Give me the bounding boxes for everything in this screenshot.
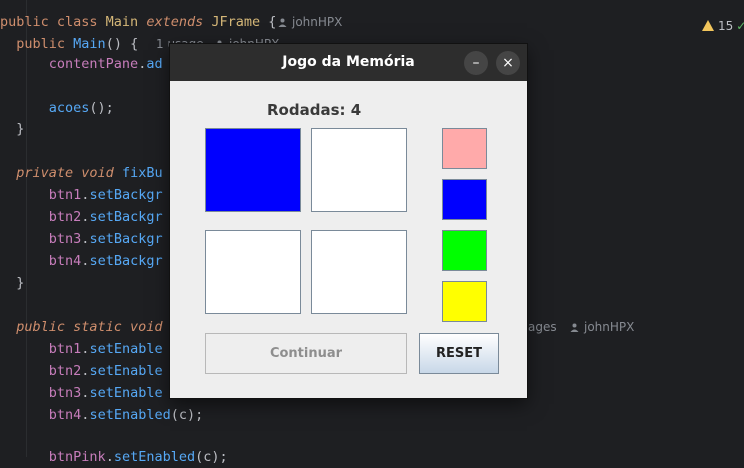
memory-game-window: Jogo da Memória – × Rodadas: 4 Continuar… [170, 44, 527, 398]
code-line: btn1.setEnable [48, 341, 163, 357]
reset-button[interactable]: RESET [419, 333, 499, 374]
code-line: btn4.setBackgr [48, 253, 163, 269]
check-icon: ✓ [736, 19, 744, 33]
memory-tile-2[interactable] [311, 128, 407, 212]
code-line: btnPink.setEnabled(c); [48, 449, 228, 465]
user-icon [570, 317, 579, 332]
code-line: btn3.setBackgr [48, 231, 163, 247]
code-line: btn1.setBackgr [48, 187, 163, 203]
continue-button[interactable]: Continuar [205, 333, 407, 374]
minimize-icon: – [472, 55, 480, 71]
author-hint: johnHPX [570, 316, 634, 338]
code-line: acoes(); [48, 100, 114, 116]
code-line: } [0, 275, 25, 291]
code-line: } [0, 121, 25, 137]
code-line: btn4.setEnabled(c); [48, 407, 204, 423]
code-line: btn2.setBackgr [48, 209, 163, 225]
code-line: private void fixBu [16, 165, 163, 181]
color-button-pink[interactable] [442, 128, 487, 169]
warning-triangle-icon [702, 20, 714, 31]
code-line: public Main() { [16, 36, 139, 52]
code-line: btn3.setEnable [48, 385, 163, 401]
minimize-button[interactable]: – [464, 51, 488, 75]
memory-tile-4[interactable] [311, 230, 407, 314]
code-line: btn2.setEnable [48, 363, 163, 379]
code-line: contentPane.ad [48, 56, 163, 72]
color-button-green[interactable] [442, 230, 487, 271]
memory-tile-3[interactable] [205, 230, 301, 314]
code-line: public class Main extends JFrame { [0, 14, 277, 30]
rounds-label: Rodadas: 4 [267, 101, 362, 119]
memory-tile-1[interactable] [205, 128, 301, 212]
inspection-widget[interactable]: 15 ✓ [702, 16, 744, 36]
usages-hint: ages [528, 320, 557, 334]
close-button[interactable]: × [496, 51, 520, 75]
color-button-yellow[interactable] [442, 281, 487, 322]
user-icon [278, 12, 287, 27]
code-line: public static void [16, 319, 163, 335]
color-button-blue[interactable] [442, 179, 487, 220]
close-icon: × [502, 55, 514, 71]
user-icon [215, 34, 224, 49]
author-hint: johnHPX [278, 11, 342, 33]
